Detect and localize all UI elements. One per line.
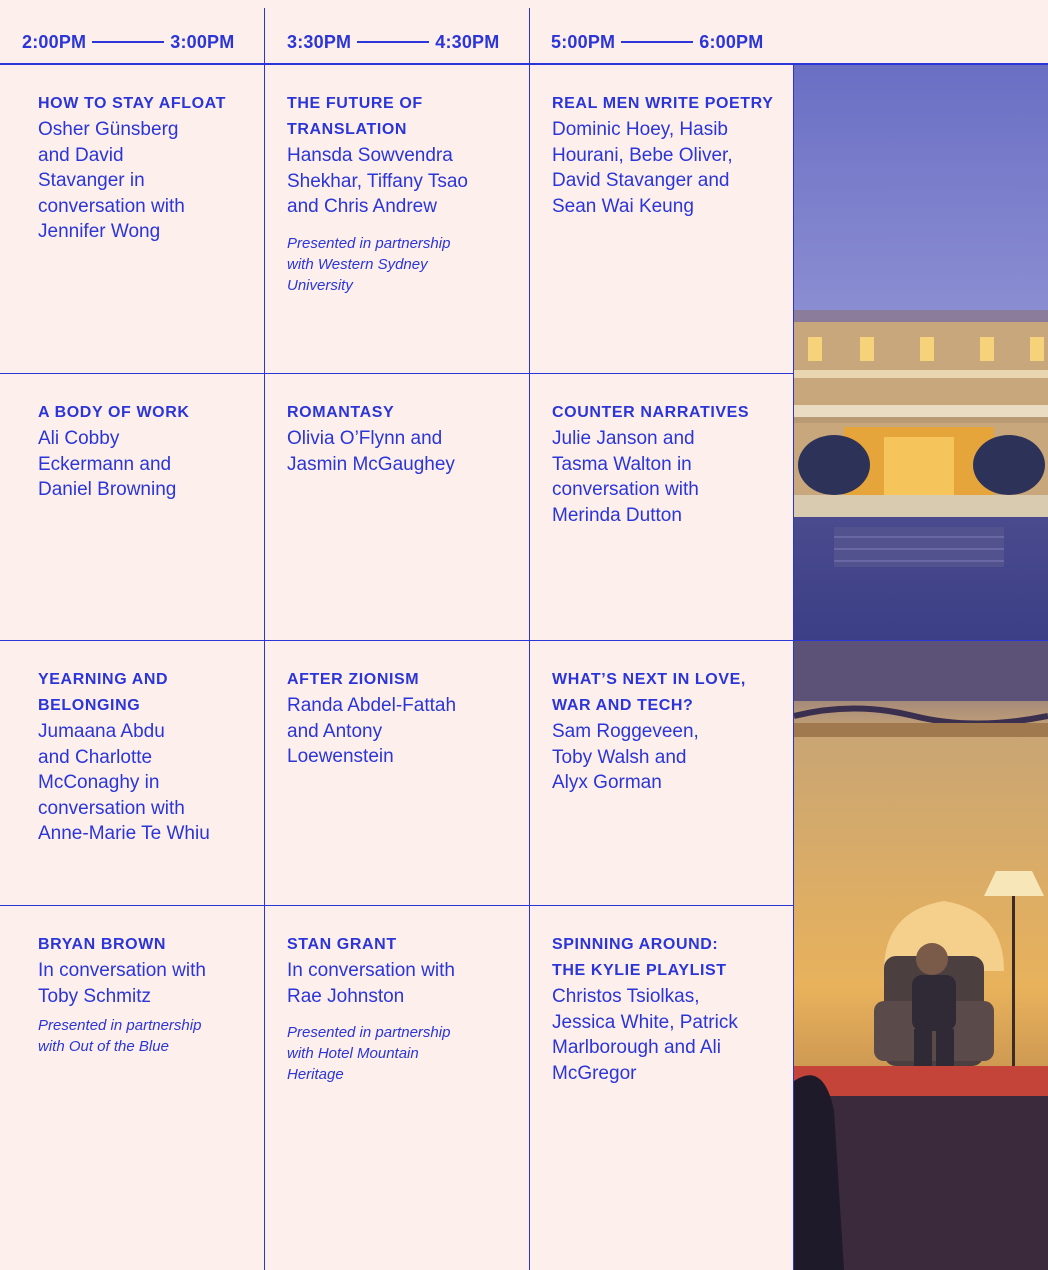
session-people: In conversation with Toby Schmitz [38,960,206,1007]
row-divider [0,373,794,374]
session-title: Spinning Around: The Kylie Playlist [552,936,727,979]
session-people: Randa Abdel-Fattah and Antony Loewenstei… [287,695,457,767]
session-people: Christos Tsiolkas, Jessica White, Patric… [552,986,738,1084]
partnership-note: Presented in partnership with Western Sy… [287,234,451,294]
session-people: Jumaana Abdu and Charlotte McConaghy in … [38,721,210,844]
session-cell: After Zionism Randa Abdel-Fattah and Ant… [287,667,522,770]
session-title: Counter Narratives [552,404,750,421]
session-title: The Future of Translation [287,95,423,138]
session-people: Dominic Hoey, Hasib Hourani, Bebe Oliver… [552,119,733,217]
session-people: Sam Roggeveen, Toby Walsh and Alyx Gorma… [552,721,699,793]
author-event-photo [794,641,1048,1270]
row-divider [0,905,794,906]
header-divider [529,8,530,64]
session-people: Hansda Sowvendra Shekhar, Tiffany Tsao a… [287,145,468,217]
session-cell: Spinning Around: The Kylie Playlist Chri… [552,932,787,1086]
session-cell: Stan Grant In conversation with Rae John… [287,932,522,1085]
time-slot-1-start: 2:00PM [22,31,87,52]
session-people: Osher Günsberg and David Stavanger in co… [38,119,185,242]
session-title: Real Men Write Poetry [552,95,774,112]
time-slot-1: 2:00PM 3:00PM [22,30,234,54]
session-title: After Zionism [287,671,420,688]
session-cell: Yearning and Belonging Jumaana Abdu and … [38,667,258,847]
header-divider [264,8,265,64]
time-slot-2: 3:30PM 4:30PM [287,30,499,54]
session-cell: Real Men Write Poetry Dominic Hoey, Hasi… [552,91,787,219]
session-cell: Counter Narratives Julie Janson and Tasm… [552,400,787,528]
session-title: A Body of Work [38,404,190,421]
time-slot-3-end: 6:00PM [699,31,764,52]
partnership-note: Presented in partnership with Hotel Moun… [287,1024,451,1083]
time-slot-3-start: 5:00PM [551,31,616,52]
session-people: Olivia O’Flynn and Jasmin McGaughey [287,428,455,475]
time-slot-2-end: 4:30PM [435,31,500,52]
time-slot-1-end: 3:00PM [170,31,235,52]
session-cell: How to Stay Afloat Osher Günsberg and Da… [38,91,258,245]
session-title: How to Stay Afloat [38,95,226,112]
session-cell: Romantasy Olivia O’Flynn and Jasmin McGa… [287,400,522,477]
time-range-dash [621,41,694,43]
column-divider [529,64,530,1270]
time-range-dash [92,41,165,43]
session-people: In conversation with Rae Johnston [287,960,455,1007]
hotel-exterior-photo [794,65,1048,640]
session-people: Ali Cobby Eckermann and Daniel Browning [38,428,177,500]
session-title: Stan Grant [287,936,397,953]
schedule-header: 2:00PM 3:00PM 3:30PM 4:30PM 5:00PM 6:00P… [0,0,1048,64]
session-cell: Bryan Brown In conversation with Toby Sc… [38,932,258,1057]
time-slot-3: 5:00PM 6:00PM [551,30,763,54]
time-slot-2-start: 3:30PM [287,31,352,52]
column-divider [264,64,265,1270]
time-range-dash [357,41,430,43]
session-title: Romantasy [287,404,395,421]
session-people: Julie Janson and Tasma Walton in convers… [552,428,699,526]
session-title: Bryan Brown [38,936,167,953]
session-title: Yearning and Belonging [38,671,169,714]
session-cell: The Future of Translation Hansda Sowvend… [287,91,522,296]
session-cell: A Body of Work Ali Cobby Eckermann and D… [38,400,258,503]
festival-schedule: 2:00PM 3:00PM 3:30PM 4:30PM 5:00PM 6:00P… [0,0,1048,1270]
session-cell: What’s Next in Love, War and Tech? Sam R… [552,667,787,796]
partnership-note: Presented in partnership with Out of the… [38,1017,202,1055]
session-title: What’s Next in Love, War and Tech? [552,671,746,714]
